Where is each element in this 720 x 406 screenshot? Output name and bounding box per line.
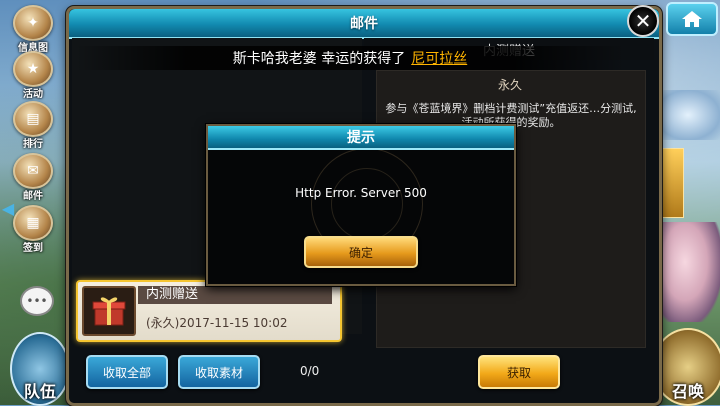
sidebar-item-ranking[interactable]: ▤ 排行 <box>4 98 62 150</box>
dialog-title: 提示 <box>208 126 514 150</box>
collect-all-button[interactable]: 收取全部 <box>86 355 168 389</box>
info-icon: ✦ <box>13 5 53 41</box>
mail-title: 邮件 <box>69 9 659 39</box>
team-button[interactable]: 队伍 <box>10 332 70 406</box>
summon-label: 召唤 <box>671 382 704 401</box>
summon-button[interactable]: 召唤 <box>652 328 720 406</box>
sidebar-item-events[interactable]: ★ 活动 <box>4 48 62 100</box>
pegasus-decoration <box>656 90 720 140</box>
mail-count: 0/0 <box>300 364 320 378</box>
mail-item-date: (永久)2017-11-15 10:02 <box>146 316 288 330</box>
magic-circle-inner-decoration <box>331 168 403 240</box>
left-arrow-icon[interactable]: ◀ <box>0 196 16 220</box>
detail-duration: 永久 <box>497 78 522 92</box>
team-label: 队伍 <box>23 382 56 401</box>
collect-materials-button[interactable]: 收取素材 <box>178 355 260 389</box>
alert-dialog: 提示 Http Error. Server 500 确定 <box>206 124 516 286</box>
close-icon: ✕ <box>634 9 652 33</box>
sidebar-item-info[interactable]: ✦ 信息图 <box>4 2 62 54</box>
close-button[interactable]: ✕ <box>627 5 659 37</box>
sidebar-item-label: 排行 <box>23 139 43 150</box>
chat-button[interactable]: ••• <box>20 286 54 316</box>
announcement-text: 斯卡哈我老婆 幸运的获得了 <box>232 51 406 67</box>
event-icon: ★ <box>13 51 53 87</box>
dialog-message: Http Error. Server 500 <box>295 186 427 200</box>
chat-bubble-icon: ••• <box>26 294 48 308</box>
gift-box-icon <box>82 286 136 336</box>
home-icon <box>682 11 702 27</box>
mail-list-item[interactable]: 内测赠送 (永久)2017-11-15 10:02 <box>76 280 342 342</box>
home-button[interactable] <box>666 2 718 36</box>
calendar-icon: ▦ <box>13 205 53 241</box>
get-reward-button[interactable]: 获取 <box>478 355 560 389</box>
sidebar-item-label: 邮件 <box>23 191 43 202</box>
announcement-bar: 斯卡哈我老婆 幸运的获得了 尼可拉丝 <box>75 46 625 70</box>
mail-icon: ✉ <box>13 153 53 189</box>
confirm-button[interactable]: 确定 <box>304 236 418 268</box>
mail-item-title: 内测赠送 <box>138 286 332 304</box>
ranking-icon: ▤ <box>13 101 53 137</box>
announcement-highlight-link[interactable]: 尼可拉丝 <box>411 48 467 68</box>
sidebar-item-label: 签到 <box>23 243 43 254</box>
sidebar-item-mail[interactable]: ✉ 邮件 <box>4 150 62 202</box>
